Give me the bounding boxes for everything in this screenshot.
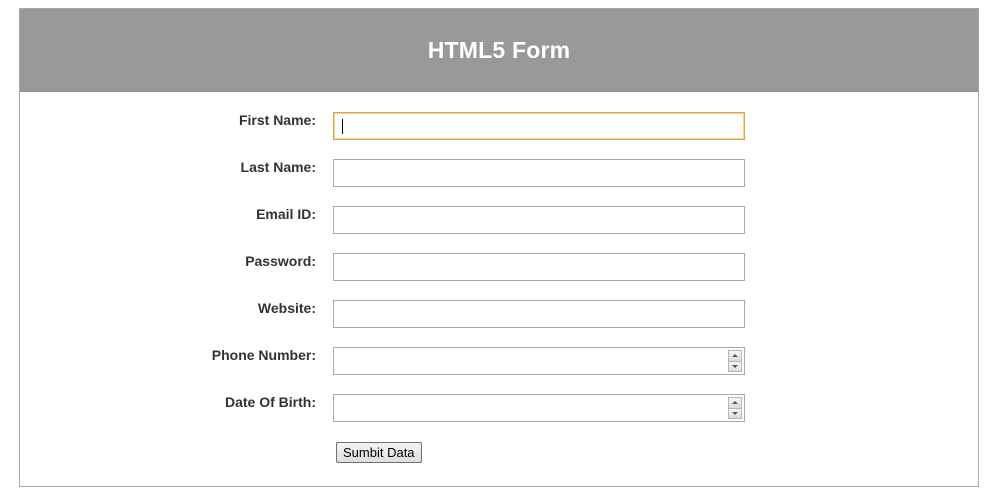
phone-number-row: Phone Number: — [20, 347, 978, 375]
spin-down-button[interactable] — [728, 408, 742, 419]
phone-number-input[interactable] — [333, 347, 745, 375]
submit-data-button[interactable]: Sumbit Data — [336, 442, 422, 463]
form-panel: HTML5 Form First Name: Last Name: Email … — [19, 8, 979, 487]
date-of-birth-row: Date Of Birth: — [20, 394, 978, 422]
password-row: Password: — [20, 253, 978, 281]
password-label: Password: — [245, 253, 316, 269]
last-name-label: Last Name: — [240, 159, 316, 175]
text-caret — [342, 119, 343, 134]
phone-number-label: Phone Number: — [211, 347, 316, 363]
email-row: Email ID: — [20, 206, 978, 234]
website-label: Website: — [257, 300, 316, 316]
spin-down-button[interactable] — [728, 361, 742, 372]
website-row: Website: — [20, 300, 978, 328]
last-name-input[interactable] — [333, 159, 745, 187]
spin-up-button[interactable] — [728, 397, 742, 409]
email-label: Email ID: — [256, 206, 316, 222]
spin-down-icon — [732, 364, 738, 368]
spin-up-button[interactable] — [728, 350, 742, 362]
form-header: HTML5 Form — [20, 9, 978, 92]
spin-up-icon — [732, 401, 738, 405]
first-name-input[interactable] — [333, 112, 745, 140]
first-name-label: First Name: — [238, 112, 316, 128]
form-title: HTML5 Form — [427, 36, 571, 63]
date-of-birth-spinner[interactable] — [728, 397, 742, 419]
first-name-row: First Name: — [20, 112, 978, 140]
spin-up-icon — [732, 354, 738, 358]
spin-down-icon — [732, 411, 738, 415]
phone-number-spinner[interactable] — [728, 350, 742, 372]
password-input[interactable] — [333, 253, 745, 281]
last-name-row: Last Name: — [20, 159, 978, 187]
date-of-birth-input[interactable] — [333, 394, 745, 422]
date-of-birth-label: Date Of Birth: — [225, 394, 316, 410]
website-input[interactable] — [333, 300, 745, 328]
email-input[interactable] — [333, 206, 745, 234]
